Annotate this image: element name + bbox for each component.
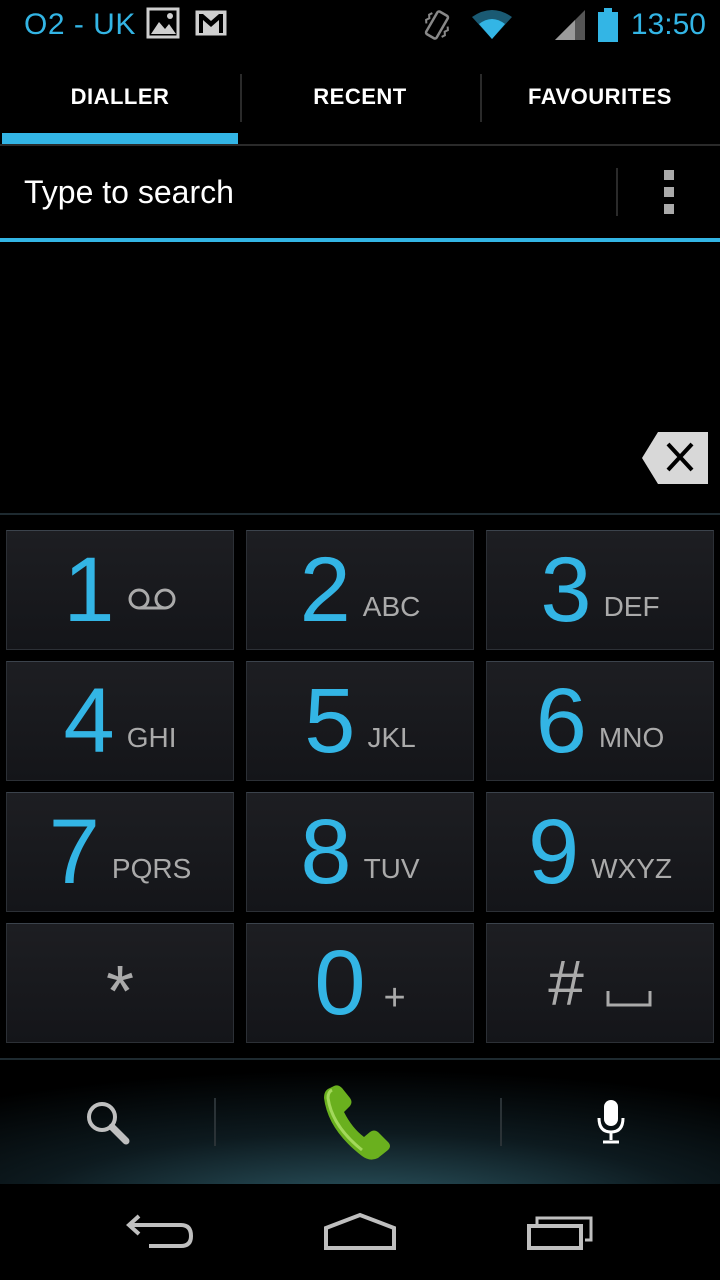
backspace-icon — [642, 432, 708, 484]
key-6[interactable]: 6 MNO — [486, 661, 714, 781]
key-hash[interactable]: # — [486, 923, 714, 1043]
gmail-icon — [194, 9, 228, 42]
signal-icon — [553, 8, 587, 42]
key-digit: 8 — [300, 801, 352, 903]
battery-icon — [597, 8, 619, 42]
phone-icon — [324, 1085, 390, 1160]
key-digit: 0 — [314, 932, 366, 1034]
digits-display — [0, 242, 720, 514]
dialer-screen: O2 - UK 13:50 DIALLER RECENT FAVOURITES … — [0, 0, 720, 1280]
key-letters: ABC — [362, 591, 421, 622]
search-icon — [87, 1102, 130, 1145]
home-icon — [324, 1212, 396, 1250]
tab-label: FAVOURITES — [528, 84, 672, 109]
back-button[interactable] — [100, 1192, 220, 1272]
key-1[interactable]: 1 — [6, 530, 234, 650]
key-3[interactable]: 3 DEF — [486, 530, 714, 650]
tab-bar: DIALLER RECENT FAVOURITES — [0, 50, 720, 146]
key-letters: WXYZ — [591, 853, 673, 884]
key-star[interactable]: * — [6, 923, 234, 1043]
key-letters: TUV — [363, 853, 420, 884]
overflow-menu-icon — [664, 170, 674, 214]
key-digit: 6 — [535, 670, 587, 772]
clock: 13:50 — [630, 8, 706, 41]
key-letters: + — [383, 976, 406, 1019]
key-digit: 3 — [540, 539, 592, 641]
key-digit: 1 — [63, 539, 115, 641]
key-letters: MNO — [598, 722, 665, 753]
microphone-icon — [597, 1100, 625, 1144]
back-icon — [126, 1214, 194, 1248]
carrier-name: O2 - UK — [24, 8, 136, 41]
key-digit: 4 — [63, 670, 115, 772]
search-bar — [0, 146, 720, 242]
recent-apps-icon — [527, 1216, 593, 1250]
tab-label: RECENT — [313, 84, 407, 109]
key-0[interactable]: 0 + — [246, 923, 474, 1043]
key-8[interactable]: 8 TUV — [246, 792, 474, 912]
key-letters: GHI — [126, 722, 177, 753]
key-digit: 7 — [48, 801, 100, 903]
key-digit: 5 — [304, 670, 356, 772]
search-input[interactable] — [0, 146, 616, 238]
key-4[interactable]: 4 GHI — [6, 661, 234, 781]
key-digit: # — [548, 947, 584, 1019]
tab-recent[interactable]: RECENT — [240, 50, 480, 144]
gallery-icon — [146, 7, 180, 44]
home-button[interactable] — [300, 1192, 420, 1272]
voicemail-icon — [127, 586, 177, 618]
keypad: 1 2 ABC 3 DEF 4 GHI 5 JKL 6 MNO 7 PQRS 8… — [0, 515, 720, 1060]
key-5[interactable]: 5 JKL — [246, 661, 474, 781]
key-7[interactable]: 7 PQRS — [6, 792, 234, 912]
key-letters: PQRS — [111, 853, 192, 884]
tab-label: DIALLER — [70, 84, 170, 109]
navigation-bar — [0, 1184, 720, 1280]
key-digit: 9 — [527, 801, 580, 903]
key-9[interactable]: 9 WXYZ — [486, 792, 714, 912]
key-2[interactable]: 2 ABC — [246, 530, 474, 650]
tab-favourites[interactable]: FAVOURITES — [480, 50, 720, 144]
key-letters: DEF — [603, 591, 660, 622]
voice-search-button[interactable] — [502, 1060, 720, 1184]
wifi-icon — [471, 9, 513, 41]
overflow-menu-button[interactable] — [618, 146, 720, 238]
call-button[interactable] — [216, 1060, 500, 1184]
key-letters: JKL — [367, 722, 416, 753]
key-digit: 2 — [299, 539, 351, 641]
vibrate-icon — [421, 7, 453, 43]
key-digit: * — [105, 952, 135, 1032]
search-button[interactable] — [0, 1060, 214, 1184]
status-bar: O2 - UK 13:50 — [0, 0, 720, 50]
recent-apps-button[interactable] — [500, 1192, 620, 1272]
tab-dialler[interactable]: DIALLER — [0, 50, 240, 144]
backspace-button[interactable] — [640, 430, 710, 486]
space-icon — [606, 982, 652, 1014]
dialer-action-bar — [0, 1060, 720, 1184]
